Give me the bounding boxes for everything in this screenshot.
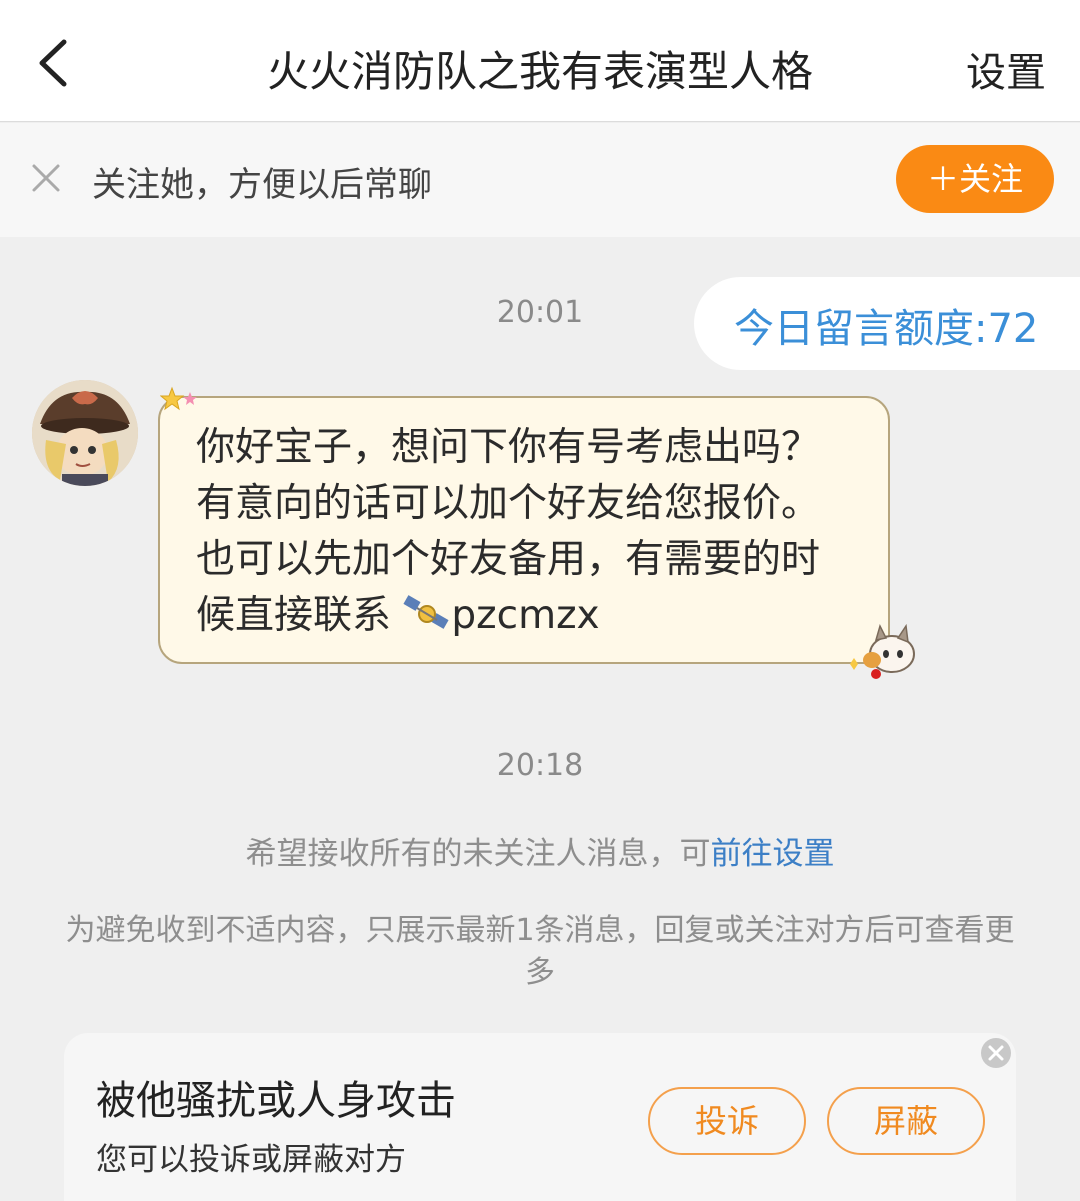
top-nav-bar: 火火消防队之我有表演型人格 设置 <box>0 0 1080 122</box>
go-to-settings-link[interactable]: 前往设置 <box>711 836 835 872</box>
settings-button[interactable]: 设置 <box>966 40 1046 98</box>
report-card-title: 被他骚扰或人身攻击 <box>96 1078 456 1124</box>
close-circle-icon[interactable] <box>980 1037 1012 1069</box>
quota-label: 今日留言额度:72 <box>734 306 1039 352</box>
satellite-icon <box>403 594 451 634</box>
filter-notice: 为避免收到不适内容，只展示最新1条消息，回复或关注对方后可查看更多 <box>65 913 1015 990</box>
message-timestamp: 20:18 <box>496 748 584 783</box>
close-icon[interactable] <box>28 160 64 196</box>
star-sticker-icon <box>159 386 200 414</box>
follow-prompt: 关注她，方便以后常聊 <box>92 165 432 205</box>
contact-id: pzcmzx <box>451 593 600 638</box>
incoming-message-text: 你好宝子，想问下你有号考虑出吗？有意向的话可以加个好友给您报价。也可以先加个好友… <box>196 420 856 644</box>
report-card-subtitle: 您可以投诉或屏蔽对方 <box>96 1142 406 1178</box>
page-title: 火火消防队之我有表演型人格 <box>266 47 813 96</box>
back-button[interactable] <box>28 30 88 96</box>
settings-notice-text: 希望接收所有的未关注人消息，可 <box>245 836 711 872</box>
cat-sticker-icon <box>846 618 926 680</box>
sender-avatar[interactable] <box>32 380 138 486</box>
block-button[interactable]: 屏蔽 <box>827 1087 985 1155</box>
settings-notice: 希望接收所有的未关注人消息，可前往设置 <box>0 828 1080 873</box>
report-button[interactable]: 投诉 <box>648 1087 806 1155</box>
chevron-left-icon <box>39 39 67 87</box>
follow-button[interactable]: ＋关注 <box>896 145 1054 213</box>
